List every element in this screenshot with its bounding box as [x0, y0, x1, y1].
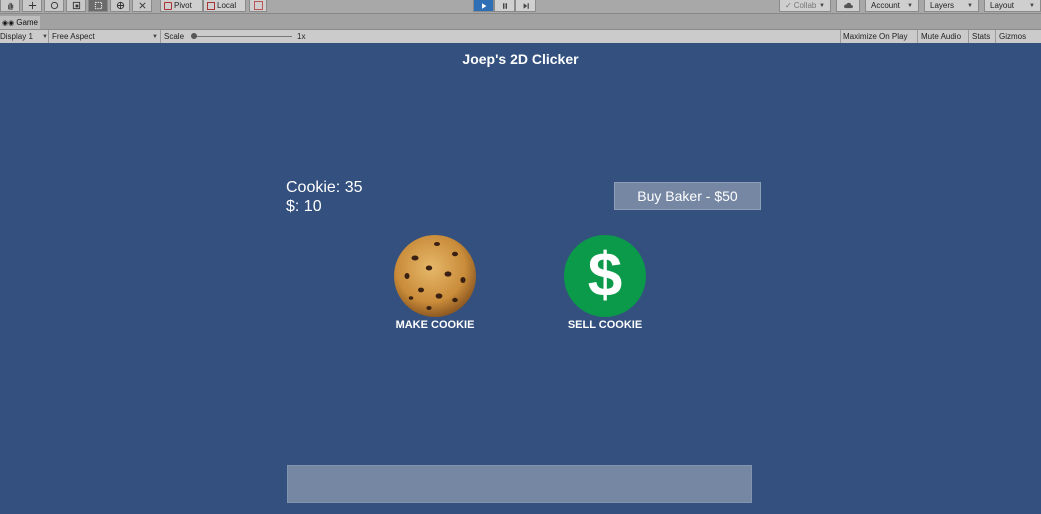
main-toolbar: Pivot Local ✓ Collab ▼ Account ▼ Layers …	[0, 0, 1041, 14]
svg-text:$: $	[588, 241, 622, 310]
layers-dropdown[interactable]: Layers ▼	[924, 0, 979, 12]
move-tool-button[interactable]	[22, 0, 42, 12]
account-label: Account	[871, 1, 900, 10]
local-toggle[interactable]: Local	[203, 0, 246, 12]
stats-toggle[interactable]: Stats	[972, 30, 990, 43]
panel-tab-bar: ◉◉ Game	[0, 14, 1041, 30]
make-cookie-label: MAKE COOKIE	[395, 319, 475, 331]
buy-baker-button[interactable]: Buy Baker - $50	[614, 182, 761, 210]
make-cookie-button[interactable]	[393, 234, 477, 318]
pause-button[interactable]	[494, 0, 515, 12]
tab-game[interactable]: ◉◉ Game	[0, 16, 40, 29]
collab-dropdown[interactable]: ✓ Collab ▼	[779, 0, 831, 12]
divider	[968, 30, 969, 43]
chevron-down-icon: ▼	[1029, 2, 1035, 9]
sell-cookie-button[interactable]: $	[563, 234, 647, 318]
display-dropdown[interactable]: Display 1 ▼	[0, 30, 48, 43]
cookie-count: Cookie: 35	[286, 179, 363, 196]
tools-icon	[138, 2, 146, 9]
maximize-on-play-toggle[interactable]: Maximize On Play	[843, 30, 907, 43]
aspect-label: Free Aspect	[52, 32, 95, 41]
game-title: Joep's 2D Clicker	[462, 51, 579, 67]
scale-label: Scale	[164, 32, 185, 41]
chevron-down-icon: ▼	[819, 2, 825, 9]
check-icon: ✓	[785, 1, 792, 10]
snap-toggle[interactable]	[249, 0, 267, 12]
divider	[995, 30, 996, 43]
aspect-dropdown[interactable]: Free Aspect ▼	[52, 30, 158, 43]
game-canvas: Joep's 2D Clicker Cookie: 35 $: 10 Buy B…	[0, 43, 1041, 514]
divider	[160, 30, 161, 43]
money-count: $: 10	[286, 198, 322, 215]
scale-icon	[72, 1, 80, 10]
display-label: Display 1	[0, 32, 33, 41]
sell-cookie-label: SELL COOKIE	[567, 319, 643, 331]
play-button[interactable]	[473, 0, 494, 12]
local-label: Local	[217, 1, 237, 10]
chevron-down-icon: ▼	[967, 2, 973, 9]
scale-value: 1x	[297, 32, 306, 41]
pivot-icon	[164, 1, 172, 10]
account-dropdown[interactable]: Account ▼	[865, 0, 919, 12]
pause-icon	[502, 2, 507, 9]
cookie-icon	[394, 235, 476, 317]
step-icon	[523, 2, 529, 9]
grid-snap-icon	[253, 1, 263, 10]
pivot-label: Pivot	[174, 1, 192, 10]
cloud-button[interactable]	[836, 0, 860, 12]
chevron-down-icon: ▼	[152, 33, 158, 40]
dollar-icon: $	[564, 235, 646, 317]
rect-tool-icon	[94, 1, 102, 10]
transform-tool-button[interactable]	[110, 0, 130, 12]
rotate-tool-button[interactable]	[44, 0, 64, 12]
rect-tool-button[interactable]	[88, 0, 108, 12]
divider	[917, 30, 918, 43]
mute-audio-toggle[interactable]: Mute Audio	[921, 30, 961, 43]
gizmos-dropdown[interactable]: Gizmos	[999, 30, 1026, 43]
cloud-icon	[843, 2, 853, 9]
layout-label: Layout	[990, 1, 1015, 10]
collab-label: Collab	[793, 1, 817, 10]
scale-slider-handle[interactable]	[191, 33, 197, 39]
local-icon	[207, 1, 215, 10]
hand-icon	[7, 2, 13, 10]
scale-slider-track[interactable]	[194, 36, 292, 37]
tab-game-label: Game	[16, 18, 39, 27]
move-icon	[28, 1, 36, 10]
chevron-down-icon: ▼	[907, 2, 913, 9]
layers-label: Layers	[930, 1, 955, 10]
scale-tool-button[interactable]	[66, 0, 86, 12]
game-controller-icon: ◉◉	[2, 19, 15, 27]
rotate-icon	[50, 1, 58, 10]
bottom-panel	[287, 465, 752, 503]
play-icon	[481, 2, 486, 9]
hand-tool-button[interactable]	[0, 0, 20, 12]
layout-dropdown[interactable]: Layout ▼	[984, 0, 1041, 12]
game-view-toolbar: Display 1 ▼ Free Aspect ▼ Scale 1x Maxim…	[0, 30, 1041, 44]
pivot-toggle[interactable]: Pivot	[160, 0, 203, 12]
transform-icon	[116, 1, 124, 10]
step-button[interactable]	[515, 0, 536, 12]
divider	[48, 30, 49, 43]
divider	[840, 30, 841, 43]
custom-tool-button[interactable]	[132, 0, 152, 12]
